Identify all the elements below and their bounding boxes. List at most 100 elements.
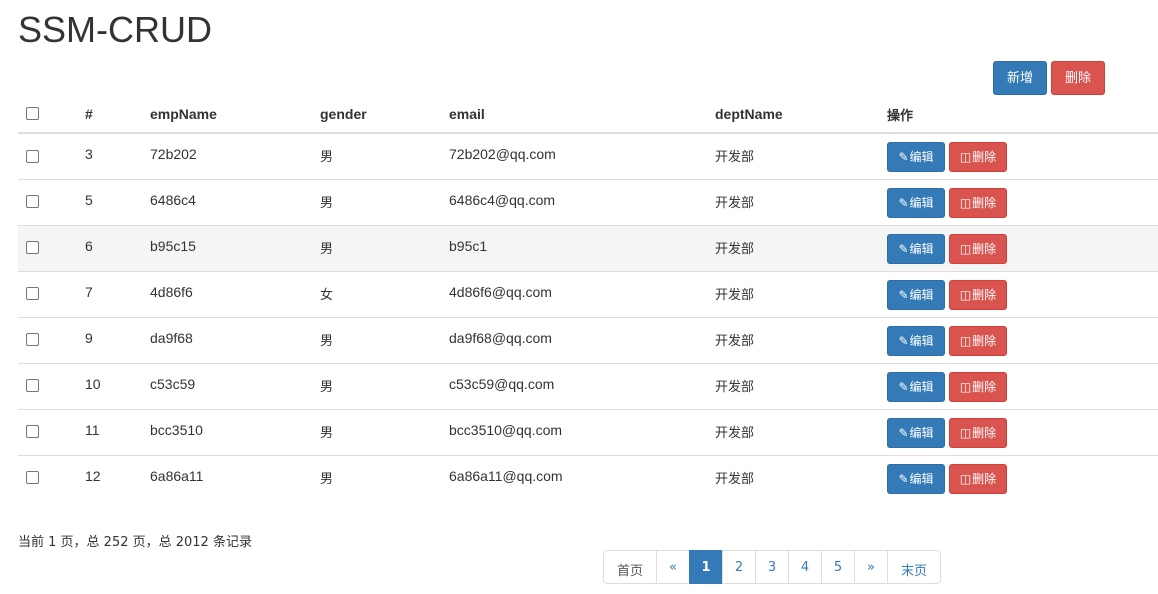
row-deptname: 开发部 (715, 270, 887, 317)
delete-label: 删除 (972, 241, 997, 256)
pencil-icon: ✎ (898, 379, 909, 394)
row-deptname: 开发部 (715, 362, 887, 409)
row-email: bcc3510@qq.com (449, 408, 715, 455)
row-gender: 男 (320, 178, 449, 225)
edit-label: 编辑 (909, 150, 934, 164)
row-deptname: 开发部 (715, 316, 887, 363)
row-id: 5 (85, 178, 150, 225)
pagination: 首页 « 1 2 3 4 5 » 末页 (603, 550, 941, 584)
header-gender[interactable]: gender (320, 96, 449, 134)
row-checkbox[interactable] (26, 287, 39, 301)
row-checkbox[interactable] (26, 425, 39, 439)
table-row: 10 c53c59 男 c53c59@qq.com 开发部 ✎编辑 ◫删除 (18, 362, 1158, 409)
row-actions: ✎编辑 ◫删除 (887, 316, 1158, 363)
edit-button[interactable]: ✎编辑 (887, 463, 945, 494)
row-deptname: 开发部 (715, 224, 887, 271)
delete-label: 删除 (972, 150, 997, 164)
edit-button[interactable]: ✎编辑 (887, 371, 945, 402)
header-empname[interactable]: empName (150, 96, 320, 134)
row-actions: ✎编辑 ◫删除 (887, 362, 1158, 409)
row-id: 9 (85, 316, 150, 363)
trash-icon: ◫ (959, 471, 972, 486)
trash-icon: ◫ (959, 425, 972, 440)
header-id[interactable]: # (85, 96, 150, 134)
edit-button[interactable]: ✎编辑 (887, 233, 945, 264)
page-link-5[interactable]: 5 (821, 550, 855, 584)
pencil-icon: ✎ (898, 333, 909, 348)
row-checkbox[interactable] (26, 333, 39, 347)
header-email[interactable]: email (449, 96, 715, 134)
delete-selected-button[interactable]: 删除 (1051, 61, 1105, 95)
row-empname: c53c59 (150, 362, 320, 409)
edit-button[interactable]: ✎编辑 (887, 325, 945, 356)
edit-button[interactable]: ✎编辑 (887, 279, 945, 310)
delete-button[interactable]: ◫删除 (949, 371, 1007, 402)
row-empname: 6a86a11 (150, 454, 320, 501)
row-actions: ✎编辑 ◫删除 (887, 224, 1158, 271)
table-row: 6 b95c15 男 b95c1 开发部 ✎编辑 ◫删除 (18, 224, 1158, 271)
delete-label: 删除 (972, 287, 997, 302)
row-actions: ✎编辑 ◫删除 (887, 270, 1158, 317)
trash-icon: ◫ (959, 379, 972, 394)
next-page-link[interactable]: » (854, 550, 888, 584)
row-email: 6a86a11@qq.com (449, 454, 715, 501)
page-link-1[interactable]: 1 (689, 550, 723, 584)
delete-button[interactable]: ◫删除 (949, 417, 1007, 448)
select-all-cell (18, 96, 85, 134)
table-row: 5 6486c4 男 6486c4@qq.com 开发部 ✎编辑 ◫删除 (18, 178, 1158, 225)
row-checkbox[interactable] (26, 379, 39, 393)
delete-button[interactable]: ◫删除 (949, 233, 1007, 264)
row-empname: 72b202 (150, 132, 320, 179)
edit-label: 编辑 (909, 425, 934, 440)
edit-button[interactable]: ✎编辑 (887, 187, 945, 218)
row-checkbox[interactable] (26, 149, 39, 163)
edit-button[interactable]: ✎编辑 (887, 142, 945, 172)
row-select-cell (18, 408, 85, 455)
row-email: 6486c4@qq.com (449, 178, 715, 225)
pencil-icon: ✎ (898, 195, 909, 210)
row-select-cell (18, 362, 85, 409)
row-id: 12 (85, 454, 150, 501)
edit-label: 编辑 (909, 379, 934, 394)
add-employee-button[interactable]: 新增 (993, 61, 1047, 95)
trash-icon: ◫ (959, 333, 972, 348)
row-gender: 男 (320, 454, 449, 501)
pencil-icon: ✎ (898, 471, 909, 486)
trash-icon: ◫ (959, 150, 972, 164)
row-select-cell (18, 178, 85, 225)
table-row: 9 da9f68 男 da9f68@qq.com 开发部 ✎编辑 ◫删除 (18, 316, 1158, 363)
row-select-cell (18, 316, 85, 363)
row-select-cell (18, 270, 85, 317)
row-checkbox[interactable] (26, 241, 39, 255)
prev-page-link[interactable]: « (656, 550, 690, 584)
header-deptname[interactable]: deptName (715, 96, 887, 134)
row-checkbox[interactable] (26, 471, 39, 485)
delete-label: 删除 (972, 333, 997, 348)
row-empname: 6486c4 (150, 178, 320, 225)
row-actions: ✎编辑 ◫删除 (887, 454, 1158, 501)
edit-button[interactable]: ✎编辑 (887, 417, 945, 448)
delete-label: 删除 (972, 195, 997, 210)
row-deptname: 开发部 (715, 178, 887, 225)
row-checkbox[interactable] (26, 195, 39, 209)
page-link-4[interactable]: 4 (788, 550, 822, 584)
trash-icon: ◫ (959, 287, 972, 302)
last-page-link[interactable]: 末页 (887, 550, 941, 584)
delete-button[interactable]: ◫删除 (949, 142, 1007, 172)
delete-button[interactable]: ◫删除 (949, 325, 1007, 356)
delete-button[interactable]: ◫删除 (949, 187, 1007, 218)
table-row: 11 bcc3510 男 bcc3510@qq.com 开发部 ✎编辑 ◫删除 (18, 408, 1158, 455)
delete-button[interactable]: ◫删除 (949, 463, 1007, 494)
row-email: 4d86f6@qq.com (449, 270, 715, 317)
trash-icon: ◫ (959, 195, 972, 210)
select-all-checkbox[interactable] (26, 106, 39, 120)
row-id: 3 (85, 132, 150, 179)
employee-table: # empName gender email deptName 操作 3 72b2… (18, 96, 1158, 501)
page-link-3[interactable]: 3 (755, 550, 789, 584)
row-id: 10 (85, 362, 150, 409)
page-link-2[interactable]: 2 (722, 550, 756, 584)
delete-button[interactable]: ◫删除 (949, 279, 1007, 310)
row-email: da9f68@qq.com (449, 316, 715, 363)
row-empname: da9f68 (150, 316, 320, 363)
first-page-link[interactable]: 首页 (603, 550, 657, 584)
